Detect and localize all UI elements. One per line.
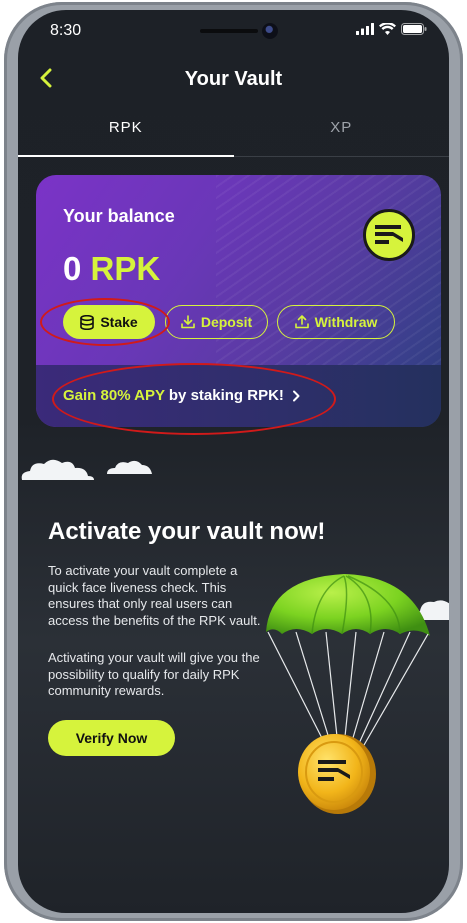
status-bar: 8:30 xyxy=(18,10,449,54)
page-title: Your Vault xyxy=(184,68,283,90)
app-screen: 8:30 Your Vault RPK XP Your balance 0 RP… xyxy=(18,10,449,913)
stake-annotation-ring xyxy=(40,298,170,346)
apy-annotation-ring xyxy=(52,363,336,435)
activate-rewards-text: Activating your vault will give you the … xyxy=(48,650,260,698)
download-icon xyxy=(181,315,195,329)
tab-rpk[interactable]: RPK xyxy=(18,115,234,157)
activate-title: Activate your vault now! xyxy=(48,518,326,545)
signal-icon xyxy=(356,23,374,35)
parachute-coin-illustration xyxy=(266,574,430,814)
status-icons xyxy=(356,23,427,35)
tab-xp[interactable]: XP xyxy=(234,115,450,157)
balance-amount: 0 xyxy=(63,250,82,287)
cloud-small xyxy=(107,460,152,474)
withdraw-button[interactable]: Withdraw xyxy=(277,305,395,339)
wifi-icon xyxy=(379,23,396,35)
status-time: 8:30 xyxy=(50,22,82,39)
battery-icon xyxy=(401,23,427,35)
balance-unit: RPK xyxy=(90,250,161,287)
cloud-left xyxy=(21,459,95,480)
deposit-button[interactable]: Deposit xyxy=(165,305,268,339)
camera-icon xyxy=(262,23,278,39)
speaker xyxy=(200,29,258,33)
activate-description: To activate your vault complete a quick … xyxy=(48,563,261,628)
withdraw-label: Withdraw xyxy=(314,314,378,330)
tab-bar: RPK XP xyxy=(18,115,449,157)
balance-label: Your balance xyxy=(63,206,175,226)
notch xyxy=(200,23,292,39)
balance-value: 0 RPK xyxy=(63,250,160,288)
upload-icon xyxy=(294,315,309,329)
vault-logo-icon xyxy=(363,209,415,261)
deposit-label: Deposit xyxy=(200,314,253,330)
verify-now-button[interactable]: Verify Now xyxy=(48,720,175,756)
